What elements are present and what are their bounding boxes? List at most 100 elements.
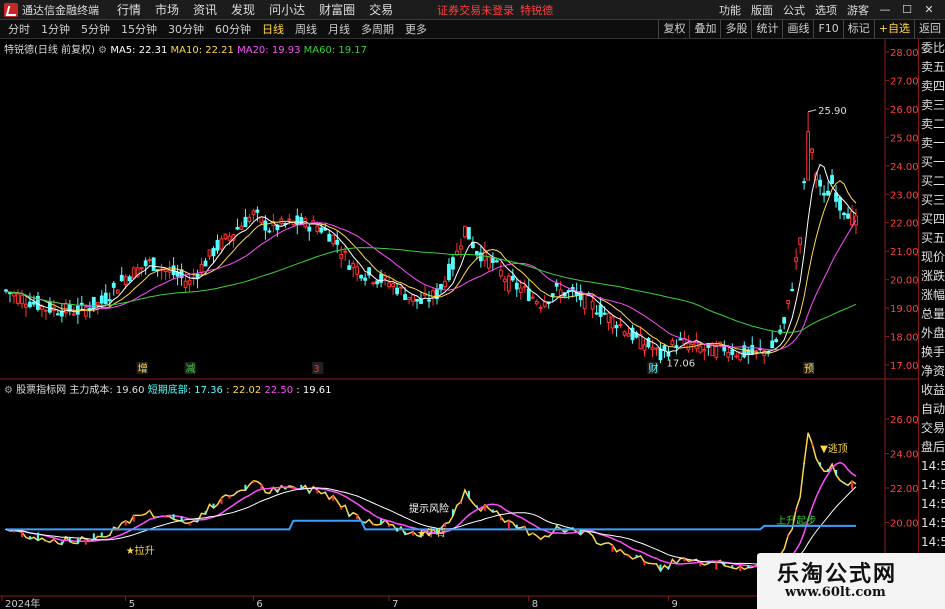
candle-body (642, 344, 647, 351)
period-weekly[interactable]: 周线 (295, 21, 317, 37)
settings-gear-icon[interactable]: ⚙ (98, 45, 107, 56)
candle-body (451, 257, 455, 270)
indicator-candle (132, 515, 135, 522)
candle-body (239, 225, 244, 231)
candle-body (782, 317, 787, 324)
period-timeshare[interactable]: 分时 (8, 21, 30, 37)
indicator-name[interactable]: 股票指标网 (16, 385, 66, 396)
maximize-icon[interactable]: ☐ (901, 3, 913, 16)
quote-row: 14:50 (921, 535, 945, 549)
tool-mark[interactable]: 标记 (842, 20, 874, 38)
stock-title[interactable]: 特锐德(日线 前复权) (4, 45, 95, 56)
axis-label: 17.00 (890, 361, 918, 372)
tool-multistock[interactable]: 多股 (720, 20, 751, 38)
indicator-candle (372, 524, 375, 526)
indicator-candle (747, 565, 750, 568)
indicator-candle (220, 497, 223, 504)
period-5min[interactable]: 5分钟 (81, 21, 110, 37)
candle-body (255, 209, 260, 213)
candle-body (32, 301, 36, 305)
period-1min[interactable]: 1分钟 (41, 21, 70, 37)
minimize-icon[interactable]: — (879, 3, 891, 16)
menu-formula[interactable]: 公式 (783, 2, 805, 18)
period-monthly[interactable]: 月线 (328, 21, 350, 37)
candle-body (678, 338, 683, 341)
candle-body (502, 278, 507, 283)
indicator-candle (308, 490, 311, 494)
candle-body (16, 293, 20, 304)
menu-quotes[interactable]: 行情 (117, 1, 141, 18)
axis-label: 21.00 (890, 247, 918, 258)
period-60min[interactable]: 60分钟 (215, 21, 251, 37)
candle-body (830, 175, 834, 184)
xaxis-label: 7 (392, 599, 398, 609)
axis-label: 20.00 (890, 276, 918, 287)
indicator-candle (811, 443, 814, 446)
event-marker: 增 (138, 362, 148, 375)
candle-body (223, 233, 228, 240)
menu-function[interactable]: 功能 (719, 2, 741, 18)
tool-add-watchlist[interactable]: +自选 (873, 20, 914, 38)
menu-guest[interactable]: 游客 (847, 2, 869, 18)
indicator-candle (467, 490, 470, 498)
kline-chart[interactable]: 25.9017.06增减 3 财预 ▼逃顶上升起步★拉升提示风险★牛背 28.002… (0, 39, 918, 609)
period-30min[interactable]: 30分钟 (168, 21, 204, 37)
app-title: 通达信金融终端 (22, 3, 99, 17)
menu-layout[interactable]: 版面 (751, 2, 773, 18)
menu-trade[interactable]: 交易 (369, 1, 393, 18)
indicator-candle (451, 509, 454, 517)
indicator-candle (723, 562, 726, 566)
candle-body (387, 282, 391, 288)
candle-body (522, 285, 527, 288)
candle-body (335, 239, 340, 245)
indicator-candle (611, 545, 614, 552)
menu-options[interactable]: 选项 (815, 2, 837, 18)
quote-row: 14:50 (921, 497, 945, 511)
menu-news[interactable]: 资讯 (193, 1, 217, 18)
bottom-label: 短期底部: (147, 385, 192, 396)
candle-body (403, 294, 407, 301)
quote-row: 卖一 (921, 136, 945, 150)
price-axis: 28.00 27.00 26.00 25.00 24.00 23.00 22.00 21.00… (885, 48, 918, 564)
menu-discover[interactable]: 发现 (231, 1, 255, 18)
indicator-candle (172, 514, 175, 520)
indicator-candle (228, 496, 231, 499)
candle-body (12, 292, 16, 297)
menu-ask[interactable]: 问小达 (269, 1, 305, 18)
high-label: 25.90 (818, 106, 847, 117)
candle-body (467, 226, 471, 240)
close-icon[interactable]: ✕ (923, 3, 935, 16)
indicator-candle (252, 480, 255, 483)
menu-wealth[interactable]: 财富圈 (319, 1, 355, 18)
candle-body (103, 292, 108, 304)
candle-body (411, 294, 415, 302)
tool-draw[interactable]: 画线 (782, 20, 813, 38)
indicator-candle (348, 514, 351, 517)
main-price-panel: 25.90 17.06 增 减 3 财 预 (4, 106, 858, 375)
candle-body (754, 350, 759, 353)
tool-stats[interactable]: 统计 (751, 20, 782, 38)
candle-body (331, 234, 336, 245)
candle-body (319, 227, 324, 233)
candle-body (127, 276, 132, 282)
indicator-gear-icon[interactable]: ⚙ (4, 385, 13, 396)
indicator-candle (843, 482, 846, 484)
tool-back[interactable]: 返回 (914, 20, 945, 38)
tool-f10[interactable]: F10 (813, 20, 842, 38)
quote-row: 外盘 (921, 326, 945, 340)
indicator-candle (731, 565, 734, 568)
tool-adjust[interactable]: 复权 (658, 20, 689, 38)
low-label: 17.06 (666, 358, 695, 369)
candle-body (730, 349, 735, 355)
period-daily[interactable]: 日线 (262, 21, 284, 37)
candle-body (534, 301, 539, 305)
menu-market[interactable]: 市场 (155, 1, 179, 18)
axis-label: 19.00 (890, 304, 918, 315)
candle-body (546, 301, 551, 304)
period-multi[interactable]: 多周期 (361, 21, 394, 37)
period-15min[interactable]: 15分钟 (121, 21, 157, 37)
candle-body (702, 349, 707, 352)
period-more[interactable]: 更多 (405, 21, 427, 37)
tool-overlay[interactable]: 叠加 (689, 20, 720, 38)
login-notice[interactable]: 证券交易未登录 (437, 2, 514, 18)
